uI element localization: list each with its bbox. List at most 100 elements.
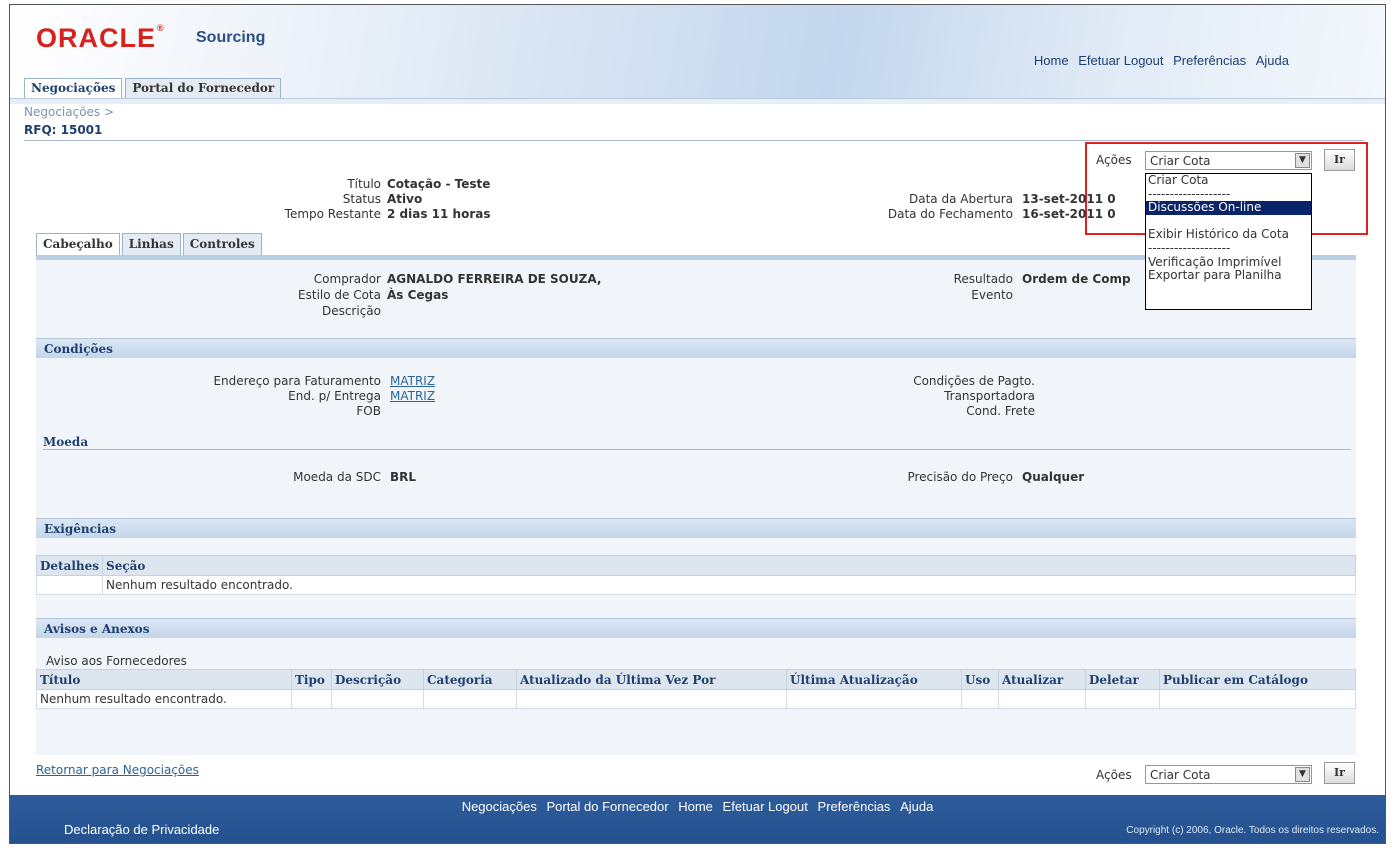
column-header-tipo[interactable]: Tipo: [291, 669, 332, 690]
aviso-fornecedores-label: Aviso aos Fornecedores: [46, 654, 187, 668]
option-separator[interactable]: -------------------: [1146, 242, 1311, 256]
moeda-divider: [43, 449, 1351, 450]
column-header-atualizado-por[interactable]: Atualizado da Última Vez Por: [516, 669, 787, 690]
comprador-value: AGNALDO FERREIRA DE SOUZA,: [387, 272, 602, 286]
go-button-bottom[interactable]: Ir: [1324, 762, 1355, 784]
table-cell: [998, 689, 1086, 709]
option-verificacao-imprimivel[interactable]: Verificação Imprimível: [1146, 256, 1311, 270]
actions-label-bottom: Ações: [1096, 768, 1132, 782]
avisos-table: Título Tipo Descrição Categoria Atualiza…: [36, 669, 1356, 709]
endereco-faturamento-link[interactable]: MATRIZ: [390, 374, 435, 388]
tab-controles[interactable]: Controles: [182, 233, 262, 256]
footer-link-negociacoes[interactable]: Negociações: [462, 799, 537, 814]
precisao-preco-label: Precisão do Preço: [907, 470, 1013, 484]
comprador-label: Comprador: [313, 272, 381, 286]
table-row: Nenhum resultado encontrado.: [35, 575, 1356, 595]
title-divider: [24, 140, 1364, 141]
footer-link-preferences[interactable]: Preferências: [817, 799, 890, 814]
footer-link-logout[interactable]: Efetuar Logout: [723, 799, 808, 814]
option-discussoes-online[interactable]: Discussões On-line: [1146, 201, 1311, 215]
column-header-uso[interactable]: Uso: [961, 669, 999, 690]
breadcrumb[interactable]: Negociações >: [24, 105, 114, 119]
column-header-secao[interactable]: Seção: [102, 555, 1356, 576]
footer-link-help[interactable]: Ajuda: [900, 799, 933, 814]
end-entrega-link[interactable]: MATRIZ: [390, 389, 435, 403]
estilo-cota-value: Às Cegas: [387, 288, 449, 302]
column-header-descricao[interactable]: Descrição: [331, 669, 424, 690]
evento-label: Evento: [971, 288, 1013, 302]
tab-linhas[interactable]: Linhas: [121, 233, 181, 256]
app-header: ORACLE® Sourcing Home Efetuar Logout Pre…: [10, 5, 1385, 99]
condicoes-section-header: Condições: [36, 338, 1356, 358]
moeda-sdc-label: Moeda da SDC: [293, 470, 381, 484]
column-header-ultima-atualizacao[interactable]: Última Atualização: [786, 669, 962, 690]
transportadora-label: Transportadora: [944, 389, 1035, 403]
endereco-faturamento-label: Endereço para Faturamento: [213, 374, 381, 388]
detail-tabs: Cabeçalho Linhas Controles: [36, 233, 262, 256]
option-separator[interactable]: -------------------: [1146, 188, 1311, 202]
product-name: Sourcing: [196, 29, 266, 46]
actions-select-value: Criar Cota: [1150, 768, 1211, 782]
global-links: Home Efetuar Logout Preferências Ajuda: [1028, 53, 1289, 68]
table-cell: [1085, 689, 1160, 709]
header-divider: [10, 98, 1385, 104]
column-header-deletar[interactable]: Deletar: [1085, 669, 1160, 690]
column-header-categoria[interactable]: Categoria: [423, 669, 517, 690]
end-entrega-label: End. p/ Entrega: [288, 389, 381, 403]
resultado-label: Resultado: [953, 272, 1013, 286]
main-tabs: Negociações Portal do Fornecedor: [24, 78, 282, 99]
status-value: Ativo: [387, 192, 423, 206]
column-header-publicar-catalogo[interactable]: Publicar em Catálogo: [1159, 669, 1356, 690]
option-criar-cota[interactable]: Criar Cota: [1146, 174, 1311, 188]
footer-link-home[interactable]: Home: [678, 799, 713, 814]
table-cell: [291, 689, 332, 709]
tab-cabecalho[interactable]: Cabeçalho: [36, 233, 120, 256]
descricao-label: Descrição: [321, 304, 381, 318]
option-exportar-planilha[interactable]: Exportar para Planilha: [1146, 269, 1311, 283]
titulo-value: Cotação - Teste: [387, 177, 491, 191]
option-blank[interactable]: [1146, 215, 1311, 229]
table-cell: [331, 689, 424, 709]
option-exibir-historico[interactable]: Exibir Histórico da Cota: [1146, 228, 1311, 242]
table-row: Nenhum resultado encontrado.: [36, 689, 1356, 709]
oracle-logo: ORACLE®: [36, 23, 165, 54]
app-footer: Negociações Portal do Fornecedor Home Ef…: [10, 795, 1385, 843]
tab-negociacoes[interactable]: Negociações: [24, 78, 123, 99]
data-fechamento-label: Data do Fechamento: [887, 207, 1013, 221]
cond-frete-label: Cond. Frete: [966, 404, 1035, 418]
data-abertura-value: 13-set-2011 0: [1022, 192, 1116, 206]
exigencias-section-header: Exigências: [36, 518, 1356, 538]
privacy-link[interactable]: Declaração de Privacidade: [64, 822, 219, 837]
logo-registered-mark: ®: [157, 23, 165, 33]
table-cell: [423, 689, 517, 709]
data-fechamento-value: 16-set-2011 0: [1022, 207, 1116, 221]
actions-dropdown-list: Criar Cota ------------------- Discussõe…: [1145, 173, 1312, 310]
column-header-detalhes[interactable]: Detalhes: [35, 555, 104, 576]
exigencias-table: Detalhes Seção Nenhum resultado encontra…: [35, 555, 1356, 595]
tab-portal-fornecedor[interactable]: Portal do Fornecedor: [125, 78, 282, 99]
empty-message: Nenhum resultado encontrado.: [102, 575, 1356, 595]
status-label: Status: [342, 192, 381, 206]
tempo-restante-value: 2 dias 11 horas: [387, 207, 491, 221]
global-link-home[interactable]: Home: [1034, 53, 1069, 68]
copyright-text: Copyright (c) 2006, Oracle. Todos os dir…: [1126, 825, 1379, 836]
column-header-atualizar[interactable]: Atualizar: [998, 669, 1086, 690]
titulo-label: Título: [347, 177, 381, 191]
estilo-cota-label: Estilo de Cota: [298, 288, 381, 302]
moeda-subsection-header: Moeda: [43, 435, 89, 449]
tempo-restante-label: Tempo Restante: [284, 207, 381, 221]
chevron-down-icon[interactable]: ▼: [1295, 767, 1310, 782]
global-link-preferences[interactable]: Preferências: [1173, 53, 1246, 68]
footer-links: Negociações Portal do Fornecedor Home Ef…: [10, 799, 1385, 814]
page-title: RFQ: 15001: [24, 123, 103, 137]
table-cell: [516, 689, 787, 709]
global-link-help[interactable]: Ajuda: [1256, 53, 1289, 68]
table-cell: [1159, 689, 1356, 709]
actions-select-bottom[interactable]: Criar Cota ▼: [1145, 765, 1312, 784]
global-link-logout[interactable]: Efetuar Logout: [1078, 53, 1163, 68]
footer-link-portal-fornecedor[interactable]: Portal do Fornecedor: [546, 799, 668, 814]
fob-label: FOB: [356, 404, 381, 418]
column-header-titulo[interactable]: Título: [36, 669, 292, 690]
return-negociacoes-link[interactable]: Retornar para Negociações: [36, 763, 199, 777]
empty-message: Nenhum resultado encontrado.: [36, 689, 292, 709]
